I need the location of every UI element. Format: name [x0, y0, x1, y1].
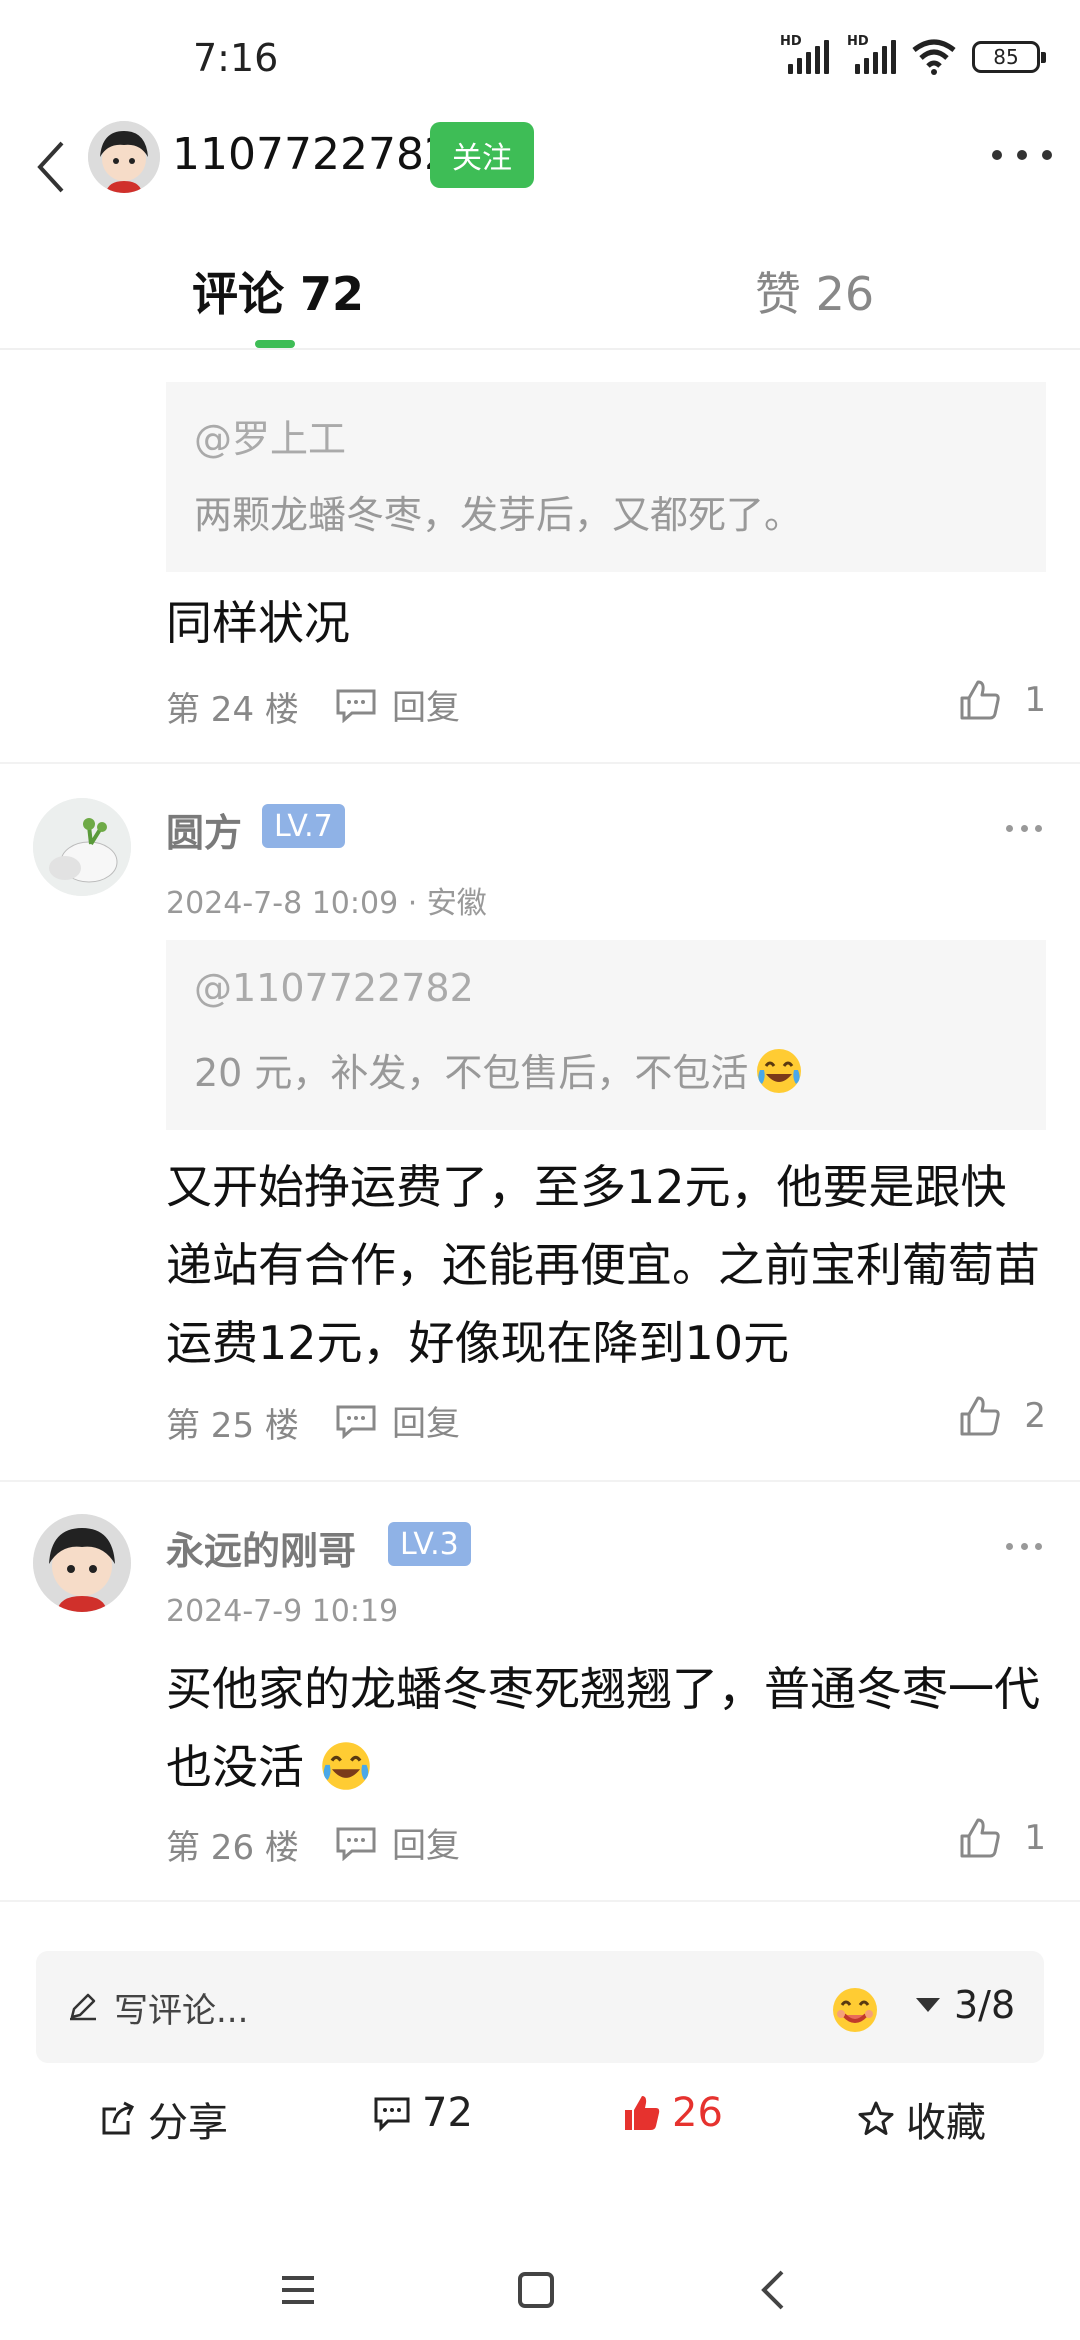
comment-input[interactable]: 写评论... [114, 1983, 248, 2032]
reply-button[interactable]: 回复 [334, 1396, 460, 1445]
quote-line: 20 元，补发，不包售后，不包活 [194, 1042, 804, 1097]
back-triangle-icon [761, 2270, 784, 2310]
comment-input-bar[interactable]: 写评论... 3/8 [36, 1951, 1044, 2063]
quoted-reply[interactable]: @罗上工 两颗龙蟠冬枣，发芽后，又都死了。 [166, 382, 1046, 572]
thumbs-up-icon [960, 680, 1001, 720]
nav-home-button[interactable] [506, 2260, 566, 2320]
crying-laughing-emoji-icon [321, 1742, 370, 1790]
favorite-button[interactable]: 收藏 [856, 2090, 986, 2148]
like-button[interactable]: 1 [958, 1816, 1046, 1860]
tab-comments[interactable]: 评论 72 [192, 258, 364, 324]
thumbs-up-filled-icon [625, 2096, 660, 2130]
emoji-icon[interactable] [826, 1979, 884, 2037]
follow-button[interactable]: 关注 [430, 122, 534, 188]
quoted-reply[interactable]: @1107722782 20 元，补发，不包售后，不包活 [166, 940, 1046, 1130]
user-name[interactable]: 永远的刚哥 [166, 1520, 356, 1575]
floor-label: 第 24 楼 [166, 690, 299, 730]
status-time: 7:16 [193, 36, 279, 80]
star-icon [858, 2101, 894, 2135]
crying-laughing-emoji-icon [756, 1049, 801, 1093]
quote-text: 两颗龙蟠冬枣，发芽后，又都死了。 [194, 493, 803, 537]
comment-item: @罗上工 两颗龙蟠冬枣，发芽后，又都死了。 同样状况 第 24 楼 回复 1 [0, 352, 1080, 764]
like-button[interactable]: 1 [958, 678, 1046, 722]
thumbs-up-icon [960, 1818, 1001, 1858]
dropdown-triangle-icon [916, 1998, 940, 2012]
like-button[interactable]: 2 [958, 1394, 1046, 1438]
reply-icon [336, 1827, 376, 1861]
wifi-icon [912, 39, 956, 75]
user-name[interactable]: 圆方 [166, 802, 242, 857]
author-avatar[interactable] [88, 121, 160, 193]
nav-menu-button[interactable] [268, 2260, 328, 2320]
status-bar: 7:16 HD HD 85 [0, 0, 1080, 120]
user-avatar[interactable] [33, 1514, 131, 1612]
page-indicator[interactable]: 3/8 [916, 1983, 1015, 2027]
like-post-button[interactable]: 26 [622, 2090, 723, 2136]
signal-icon: HD [780, 34, 829, 74]
comment-text-block: 买他家的龙蟠冬枣死翘翘了，普通冬枣一代也没活 [166, 1650, 1046, 1806]
level-badge: LV.3 [388, 1522, 471, 1566]
avatar-girl-icon [88, 121, 160, 193]
tab-indicator [255, 340, 295, 348]
user-avatar[interactable] [33, 798, 131, 896]
level-badge: LV.7 [262, 804, 345, 848]
reply-button[interactable]: 回复 [334, 1818, 460, 1867]
floor-label: 第 25 楼 [166, 1406, 299, 1446]
comment-text: 又开始挣运费了，至多12元，他要是跟快递站有合作，还能再便宜。之前宝利葡萄苗运费… [166, 1160, 1040, 1370]
pencil-icon [70, 1993, 96, 2021]
reply-icon [336, 1405, 376, 1439]
comment-meta: 2024-7-8 10:09 · 安徽 [166, 886, 487, 921]
nav-back-button[interactable] [744, 2260, 804, 2320]
battery-icon: 85 [972, 41, 1046, 73]
system-nav-bar [0, 2240, 1080, 2340]
comments-button[interactable]: 72 [372, 2090, 473, 2136]
author-name[interactable]: 1107722782 [172, 129, 452, 180]
back-button[interactable] [22, 127, 82, 207]
more-options-button[interactable] [992, 135, 1052, 175]
status-icons: HD HD 85 [780, 34, 1046, 76]
comment-item: 永远的刚哥 LV.3 2024-7-9 10:19 买他家的龙蟠冬枣死翘翘了，普… [0, 1482, 1080, 1902]
comment-more-button[interactable] [1006, 1540, 1042, 1552]
quote-text: 20 元，补发，不包售后，不包活 [194, 1051, 749, 1095]
action-bar: 分享 72 26 收藏 [0, 2080, 1080, 2160]
quote-mention: @罗上工 [194, 417, 347, 461]
comment-more-button[interactable] [1006, 822, 1042, 834]
reply-icon [336, 689, 376, 723]
comment-text: 买他家的龙蟠冬枣死翘翘了，普通冬枣一代也没活 [166, 1662, 1040, 1794]
comment-icon [374, 2097, 410, 2132]
tab-bar: 评论 72 赞 26 [0, 240, 1080, 350]
avatar-vase-icon [33, 798, 131, 896]
reply-button[interactable]: 回复 [334, 680, 460, 729]
thumbs-up-icon [960, 1396, 1001, 1436]
comment-meta: 2024-7-9 10:19 [166, 1594, 399, 1629]
signal-icon-2: HD [847, 34, 896, 74]
square-icon [518, 2272, 554, 2308]
menu-icon [282, 2276, 314, 2304]
post-header: 1107722782 关注 [0, 115, 1080, 235]
comment-text: 同样状况 [166, 596, 350, 650]
share-button[interactable]: 分享 [98, 2090, 228, 2148]
tab-likes[interactable]: 赞 26 [755, 258, 874, 324]
chevron-left-icon [37, 141, 64, 193]
share-icon [102, 2101, 135, 2135]
comment-item: 圆方 LV.7 2024-7-8 10:09 · 安徽 @1107722782 … [0, 764, 1080, 1482]
floor-label: 第 26 楼 [166, 1828, 299, 1868]
quote-mention: @1107722782 [194, 966, 474, 1010]
avatar-girl-icon [33, 1514, 131, 1612]
